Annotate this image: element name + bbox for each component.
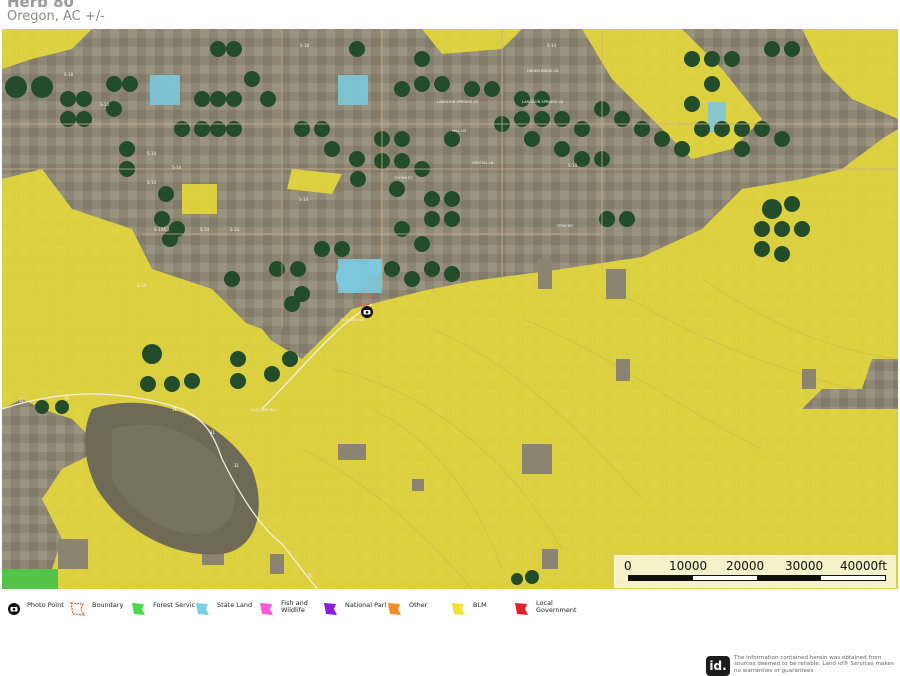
blm-swatch-icon [452, 603, 465, 615]
photo-point-marker [361, 306, 373, 318]
road-label: S-14 [172, 165, 182, 170]
legend-label: Photo Point [27, 601, 64, 609]
road-label: S-14 [200, 227, 210, 232]
street-label: OLD LAKE RD [251, 408, 276, 412]
road-label: S-14A [154, 227, 166, 232]
scale-label: 30000 [785, 559, 824, 573]
state-land-pivot [336, 261, 368, 293]
map-view[interactable]: S-18 S-14 S-14 S-14 S-14 S-14A S-14 S-14… [2, 29, 898, 589]
boundary-icon [70, 602, 86, 616]
camera-icon [8, 603, 20, 615]
highway-label: 31 [234, 463, 240, 468]
road-label: S-14 [230, 227, 240, 232]
road-label: S-14 [299, 197, 309, 202]
scale-label: 20000 [726, 559, 765, 573]
street-label: OLD LAKE RD [340, 318, 365, 322]
street-label: MILL LN [452, 129, 466, 133]
street-label: CRYSTAL LN [472, 161, 494, 165]
road-label: S-14 [547, 43, 557, 48]
road-label: S-18 [300, 43, 310, 48]
road-label: S-14 [147, 151, 157, 156]
road-label: S-14 [137, 283, 147, 288]
scale-label: 0 [624, 559, 632, 573]
legend-label: Local Government [536, 599, 577, 614]
highway-label: 31 [210, 430, 216, 435]
state-land-swatch-icon [196, 603, 209, 615]
aerial-map[interactable]: S-18 S-14 S-14 S-14 S-14 S-14A S-14 S-14… [2, 29, 898, 589]
scale-label: 40000ft [840, 559, 887, 573]
scale-bar: 0 10000 20000 30000 40000ft [614, 555, 896, 588]
highway-label: 31 [172, 407, 178, 412]
map-legend: Photo Point Boundary Forest Servic State… [0, 596, 900, 626]
road-label: S-18 [64, 72, 74, 77]
fish-wildlife-swatch-icon [260, 603, 273, 615]
highway-label: 31 [64, 395, 70, 400]
road-label: S-14 [100, 102, 110, 107]
street-label: THORN ST [393, 176, 413, 180]
land-id-logo: id. [706, 656, 730, 676]
street-label: LANGDON SPRINGS LN [437, 100, 478, 104]
map-subtitle: Oregon, AC +/- [7, 9, 105, 24]
highway-label: 31 [19, 398, 25, 403]
national-park-swatch-icon [324, 603, 337, 615]
highway-label: 31 [307, 573, 313, 578]
street-label: LANGDON SPRINGS LN [522, 100, 563, 104]
scale-bar-track [628, 575, 886, 581]
road-label: S-14 [147, 180, 157, 185]
street-label: TERN RD [556, 224, 573, 228]
forest-service-swatch-icon [132, 603, 145, 615]
street-label: HAHEN RIDGE LN [527, 69, 558, 73]
local-government-swatch-icon [515, 603, 528, 615]
other-swatch-icon [388, 603, 401, 615]
disclaimer-text: The information contained herein was obt… [734, 655, 894, 674]
scale-label: 10000 [669, 559, 708, 573]
road-label: S-14 [568, 163, 578, 168]
forest-service-land [2, 569, 58, 589]
